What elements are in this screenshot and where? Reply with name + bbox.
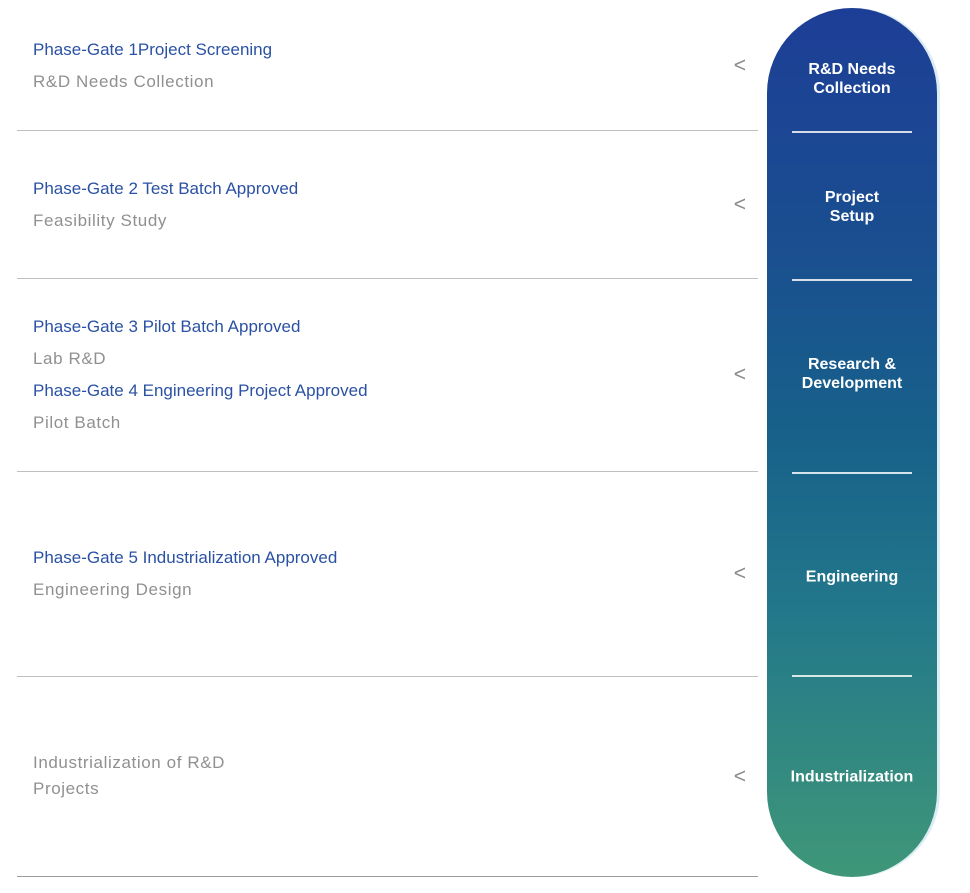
stage-label-rd-needs-collection: R&D Needs Collection [775, 60, 929, 98]
phase-gate-2-title[interactable]: Phase-Gate 2 Test Batch Approved [33, 177, 298, 200]
stage-label-engineering: Engineering [775, 568, 929, 587]
phase-row-5: Industrialization of R&D Projects < [0, 676, 758, 876]
phase-entries: Phase-Gate 2 Test Batch Approved Feasibi… [33, 177, 298, 232]
row-divider [17, 876, 758, 877]
phase-gate-5-subtitle: Engineering Design [33, 578, 337, 601]
phase-gate-1-subtitle: R&D Needs Collection [33, 70, 272, 93]
collapse-chevron-icon[interactable]: < [734, 55, 746, 76]
stage-label-project-setup: Project Setup [775, 188, 929, 226]
phase-gate-3-subtitle: Lab R&D [33, 347, 368, 370]
phase-entries: Phase-Gate 1Project Screening R&D Needs … [33, 38, 272, 93]
stage-separator [792, 675, 912, 677]
phase-row-2: Phase-Gate 2 Test Batch Approved Feasibi… [0, 130, 758, 278]
stage-label-research-development: Research & Development [775, 355, 929, 393]
stage-separator [792, 131, 912, 133]
phase-gate-2-subtitle: Feasibility Study [33, 209, 298, 232]
collapse-chevron-icon[interactable]: < [734, 766, 746, 787]
collapse-chevron-icon[interactable]: < [734, 364, 746, 385]
phase-gate-4-title[interactable]: Phase-Gate 4 Engineering Project Approve… [33, 379, 368, 402]
phase-entries: Industrialization of R&D Projects [33, 750, 285, 802]
phase-gate-3-title[interactable]: Phase-Gate 3 Pilot Batch Approved [33, 315, 368, 338]
phase-gate-5-title[interactable]: Phase-Gate 5 Industrialization Approved [33, 546, 337, 569]
phase-gate-process: Phase-Gate 1Project Screening R&D Needs … [0, 0, 970, 893]
phase-row-1: Phase-Gate 1Project Screening R&D Needs … [0, 0, 758, 130]
stage-label-industrialization: Industrialization [775, 768, 929, 787]
phase-row-3: Phase-Gate 3 Pilot Batch Approved Lab R&… [0, 278, 758, 471]
industrialization-note: Industrialization of R&D Projects [33, 750, 285, 802]
phase-entries: Phase-Gate 5 Industrialization Approved … [33, 546, 337, 601]
collapse-chevron-icon[interactable]: < [734, 194, 746, 215]
stage-separator [792, 279, 912, 281]
phase-row-4: Phase-Gate 5 Industrialization Approved … [0, 471, 758, 676]
phase-gate-4-subtitle: Pilot Batch [33, 411, 368, 434]
phase-entries: Phase-Gate 3 Pilot Batch Approved Lab R&… [33, 315, 368, 434]
phase-gate-1-title[interactable]: Phase-Gate 1Project Screening [33, 38, 272, 61]
stage-separator [792, 472, 912, 474]
collapse-chevron-icon[interactable]: < [734, 563, 746, 584]
stage-pill: R&D Needs Collection Project Setup Resea… [767, 8, 937, 877]
